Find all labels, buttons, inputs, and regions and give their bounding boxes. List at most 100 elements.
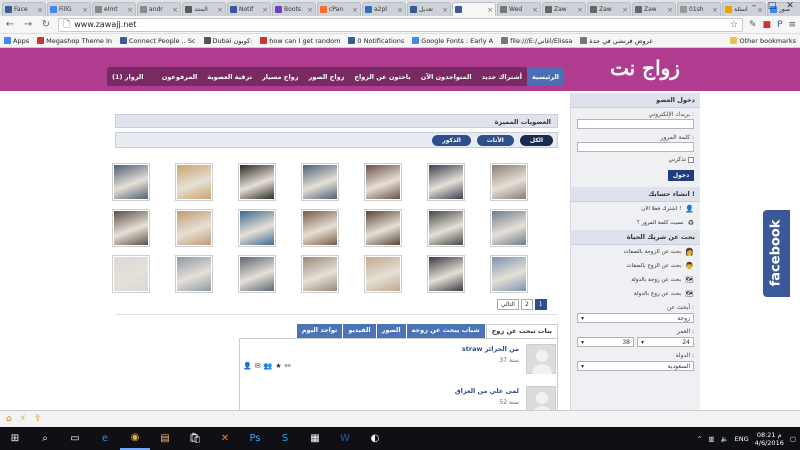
browser-tab[interactable]: Wed × [497,2,541,16]
share-icon[interactable]: ⇪ [34,414,42,424]
password-field[interactable] [577,142,694,152]
member-row[interactable]: لمى علي من العراق 52 سنة [240,381,559,410]
favorite-icon[interactable]: ★ [275,362,281,370]
url-text[interactable]: www.zawajj.net [74,20,726,29]
facebook-like-widget[interactable]: facebook [763,210,790,297]
member-photo[interactable] [238,163,276,201]
member-photo[interactable] [301,163,339,201]
store-icon[interactable]: 🛍 [180,427,210,450]
notifications-icon[interactable]: ▢ [790,435,796,443]
app-icon[interactable]: ▦ [300,427,330,450]
bookmark-item[interactable]: Megashop Theme In [37,37,112,45]
close-tab-icon[interactable]: × [352,6,358,14]
search-link[interactable]: بحث عن زوجة بالدولة 🗺 [571,273,700,287]
close-tab-icon[interactable]: × [397,6,403,14]
member-name[interactable]: لمى علي من العراق [455,387,519,395]
task-view-icon[interactable]: ▭ [60,427,90,450]
member-avatar[interactable] [526,344,556,374]
address-bar[interactable]: 🗋 www.zawajj.net ☆ [58,17,743,33]
close-tab-icon[interactable]: × [487,6,493,14]
close-tab-icon[interactable]: × [37,6,43,14]
browser-tab[interactable]: elmt × [92,2,136,16]
bookmark-item[interactable]: عروض فرنشي في جدة [580,37,653,45]
browser-tab[interactable]: × [452,2,496,16]
bookmark-item[interactable]: file:///E:/اغاني/Elissa [501,37,572,45]
site-logo[interactable]: زواج نت [610,56,680,80]
close-icon[interactable]: ✕ [782,1,798,11]
page-number[interactable]: 2 [520,299,533,310]
member-photo[interactable] [175,163,213,201]
xampp-icon[interactable]: ✕ [210,427,240,450]
reload-icon[interactable]: ↻ [40,19,52,30]
remember-checkbox[interactable] [688,156,694,163]
close-tab-icon[interactable]: × [442,6,448,14]
minimize-icon[interactable]: – [746,1,762,11]
login-button[interactable]: دخول [668,170,694,181]
member-photo[interactable] [364,209,402,247]
nav-item[interactable]: باحثون عن الزواج [349,67,415,86]
nav-item[interactable]: ترقية العضوية [202,67,257,86]
word-icon[interactable]: W [330,427,360,450]
close-tab-icon[interactable]: × [307,6,313,14]
member-photo[interactable] [364,163,402,201]
browser-tab[interactable]: cPan × [317,2,361,16]
browser-tab[interactable]: FillG × [47,2,91,16]
page-number[interactable]: 1 [534,299,547,310]
account-link[interactable]: نسيت كلمة المرور ؟ ♻ [571,216,700,230]
browser-tab[interactable]: المنتد × [182,2,226,16]
page-info-icon[interactable]: 🗋 [63,17,70,33]
member-avatar[interactable] [526,386,556,410]
windows-start-icon[interactable]: ⊞ [0,427,30,450]
network-icon[interactable]: ▥ [708,435,714,443]
browser-tab[interactable]: Zaw × [542,2,586,16]
member-photo[interactable] [112,255,150,293]
search-link[interactable]: بحث عن الزوج بالصفات 👨 [571,259,700,273]
bookmark-item[interactable]: Dubai كوبون: [203,37,252,45]
extension-icon[interactable]: P [777,20,782,30]
close-tab-icon[interactable]: × [262,6,268,14]
browser-tab[interactable]: تعديل × [407,2,451,16]
nav-item[interactable]: زواج مسيار [257,67,303,86]
extension-icon[interactable]: ■ [763,20,772,30]
other-bookmarks[interactable]: Other bookmarks [730,37,796,45]
bookmark-item[interactable]: how can I get random [260,37,340,45]
browser-tab[interactable]: 01sh × [677,2,721,16]
close-tab-icon[interactable]: × [577,6,583,14]
member-tab[interactable]: شباب يبحث عن زوجه [406,324,485,338]
filter-button[interactable]: الذكور [432,134,471,146]
friends-icon[interactable]: 👥 [264,362,273,370]
maximize-icon[interactable]: □ [764,1,780,11]
bookmark-item[interactable]: Google Fonts : Early A [412,37,493,45]
member-photo[interactable] [427,255,465,293]
country-select[interactable]: ▾ السعودية [577,361,694,371]
nav-item[interactable]: المرفوعون [157,67,202,86]
close-tab-icon[interactable]: × [127,6,133,14]
looking-for-select[interactable]: ▾ زوجة [577,313,694,323]
chrome-icon[interactable]: ◉ [120,427,150,450]
bookmark-item[interactable]: 0 Notifications [348,37,404,45]
nav-item[interactable]: أشتراك جديد [477,67,527,86]
close-tab-icon[interactable]: × [667,6,673,14]
edge-browser-icon[interactable]: e [90,427,120,450]
nav-item[interactable]: زواج الصور [304,67,350,86]
member-photo[interactable] [238,255,276,293]
member-photo[interactable] [427,209,465,247]
member-tab[interactable]: الفيديو [343,324,376,338]
skype-icon[interactable]: S [270,427,300,450]
filter-button[interactable]: الكل [519,134,553,146]
nav-item[interactable]: المتواجدون الآن [416,67,477,86]
member-photo[interactable] [490,163,528,201]
member-photo[interactable] [427,163,465,201]
browser-tab[interactable]: Boots × [272,2,316,16]
forward-icon[interactable]: → [22,19,34,30]
browser-tab[interactable]: Notif × [227,2,271,16]
back-icon[interactable]: ← [4,19,16,30]
search-link[interactable]: بحث عن الزوجة بالصفات 👩 [571,245,700,259]
browser-tab[interactable]: Zaw × [587,2,631,16]
extension-icon[interactable]: ✎ [749,20,757,30]
account-link[interactable]: اشترك فعلا الان ! 👤 [571,202,700,216]
close-tab-icon[interactable]: × [712,6,718,14]
menu-icon[interactable]: ≡ [788,20,796,30]
age-to-select[interactable]: ▾ 38 [577,337,634,347]
member-tab[interactable]: بنات تبحث عن زوج [485,324,558,338]
